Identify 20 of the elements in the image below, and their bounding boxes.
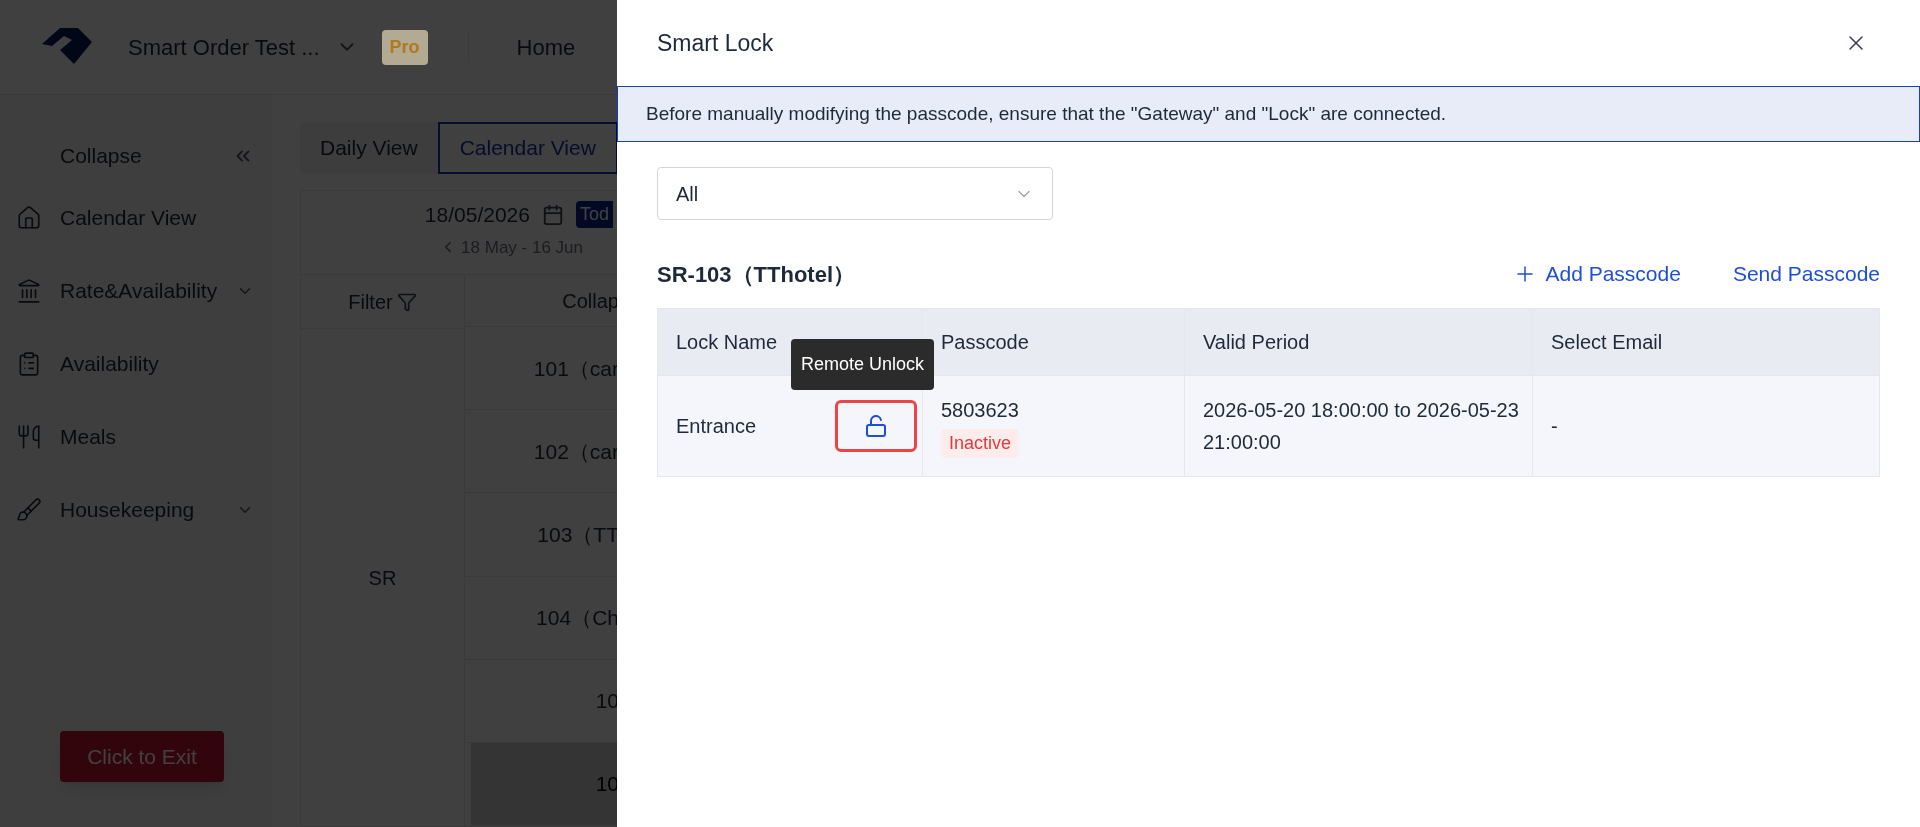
action-link[interactable]: Send Passcode [1732,258,1880,290]
column-header: Collap [562,288,619,314]
table-cell-text: - [1551,414,1558,439]
action-link[interactable]: Add Passcode [1513,258,1681,290]
drawer-title: Smart Lock [657,28,774,58]
room-group-label: SR [368,565,397,591]
room-title: SR-103（TThotel） [657,260,856,289]
column-header: Valid Period [1203,330,1310,355]
unlocked-padlock-icon [864,414,888,438]
column-header: Select Email [1551,330,1663,355]
status-badge: Inactive [941,428,1020,458]
column-header: Passcode [941,330,1029,355]
column-header: Lock Name [676,330,778,355]
filter-select[interactable]: All [657,167,1053,220]
tooltip: Remote Unlock [790,339,934,390]
notice-banner: Before manually modifying the passcode, ensure that the "Gateway" and "Lock" are connected. [617,86,1920,142]
table-cell-text: 5803623 [941,397,1020,423]
table-cell-text: 2026-05-20 18:00:00 to 2026-05-23 21:00:00 [1203,398,1520,455]
table-cell-text: Entrance [676,414,757,439]
unlock-button[interactable] [835,400,917,452]
